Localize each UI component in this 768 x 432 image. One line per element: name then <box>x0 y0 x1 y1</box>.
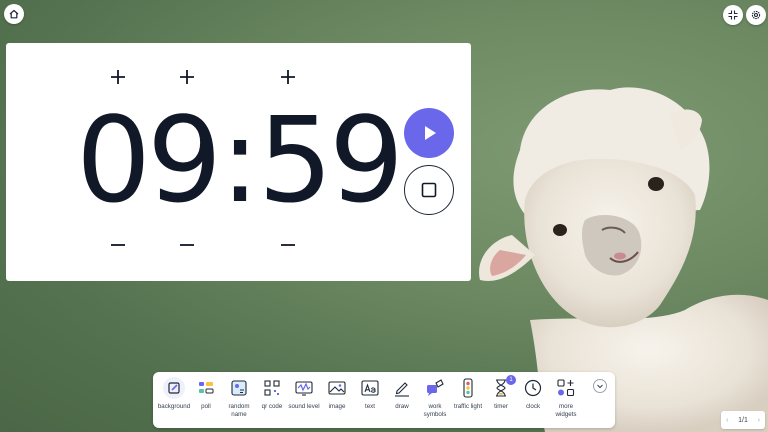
settings-button[interactable] <box>746 5 766 25</box>
minus-icon <box>110 237 126 253</box>
page-indicator[interactable]: ‹ 1/1 › <box>721 411 765 429</box>
gear-icon <box>750 9 762 21</box>
draw-icon <box>391 377 413 399</box>
time-separator: : <box>220 101 256 219</box>
seconds-tens-decrement-button[interactable] <box>277 234 299 256</box>
more-widgets-icon <box>555 377 577 399</box>
minutes-tens-increment-button[interactable] <box>107 66 129 88</box>
plus-icon <box>110 69 126 85</box>
seconds-tens-increment-button[interactable] <box>277 66 299 88</box>
sound-level-icon <box>293 377 315 399</box>
chevron-right-icon[interactable]: › <box>758 417 760 424</box>
timer-count-badge: 1 <box>506 375 516 385</box>
poll-icon <box>195 377 217 399</box>
toolbar-item-timer[interactable]: 1 timer <box>484 377 518 411</box>
minus-icon <box>179 237 195 253</box>
toolbar-item-traffic-light[interactable]: traffic light <box>451 377 485 411</box>
random-name-icon <box>228 377 250 399</box>
toolbar-item-background[interactable]: background <box>157 377 191 411</box>
toolbar-item-more-widgets[interactable]: more widgets <box>549 377 583 419</box>
minutes-ones-digit: 9 <box>147 101 218 219</box>
traffic-light-icon <box>457 377 479 399</box>
toolbar-item-draw[interactable]: draw <box>385 377 419 411</box>
background-icon <box>163 377 185 399</box>
toolbar-expand-button[interactable] <box>593 379 607 393</box>
exit-fullscreen-button[interactable] <box>723 5 743 25</box>
qr-code-icon <box>261 377 283 399</box>
toolbar-item-work-symbols[interactable]: work symbols <box>418 377 452 419</box>
toolbar-item-sound-level[interactable]: sound level <box>287 377 321 411</box>
toolbar-item-image[interactable]: image <box>320 377 354 411</box>
toolbar-item-poll[interactable]: poll <box>189 377 223 411</box>
home-icon <box>8 8 20 20</box>
minutes-ones-increment-button[interactable] <box>176 66 198 88</box>
chevron-down-icon <box>596 382 604 390</box>
stop-button[interactable] <box>404 165 454 215</box>
plus-icon <box>280 69 296 85</box>
minutes-ones-decrement-button[interactable] <box>176 234 198 256</box>
image-icon <box>326 377 348 399</box>
play-button[interactable] <box>404 108 454 158</box>
clock-icon <box>522 377 544 399</box>
plus-icon <box>179 69 195 85</box>
exit-fullscreen-icon <box>727 9 739 21</box>
timer-widget: 0 9 : 5 9 <box>6 43 471 281</box>
toolbar-item-qr-code[interactable]: qr code <box>255 377 289 411</box>
chevron-left-icon[interactable]: ‹ <box>726 417 728 424</box>
home-button[interactable] <box>4 4 24 24</box>
work-symbols-icon <box>424 377 446 399</box>
toolbar-item-random-name[interactable]: random name <box>222 377 256 419</box>
widget-toolbar: background poll random name qr code soun… <box>153 372 615 428</box>
seconds-tens-digit: 5 <box>258 101 329 219</box>
stop-icon <box>421 182 437 198</box>
minus-icon <box>280 237 296 253</box>
toolbar-item-clock[interactable]: clock <box>516 377 550 411</box>
page-number: 1/1 <box>738 417 748 424</box>
timer-display: 0 9 : 5 9 <box>78 95 398 225</box>
toolbar-item-text[interactable]: text <box>353 377 387 411</box>
seconds-ones-digit: 9 <box>329 101 400 219</box>
text-icon <box>359 377 381 399</box>
play-icon <box>419 123 439 143</box>
minutes-tens-decrement-button[interactable] <box>107 234 129 256</box>
minutes-tens-digit: 0 <box>76 101 147 219</box>
